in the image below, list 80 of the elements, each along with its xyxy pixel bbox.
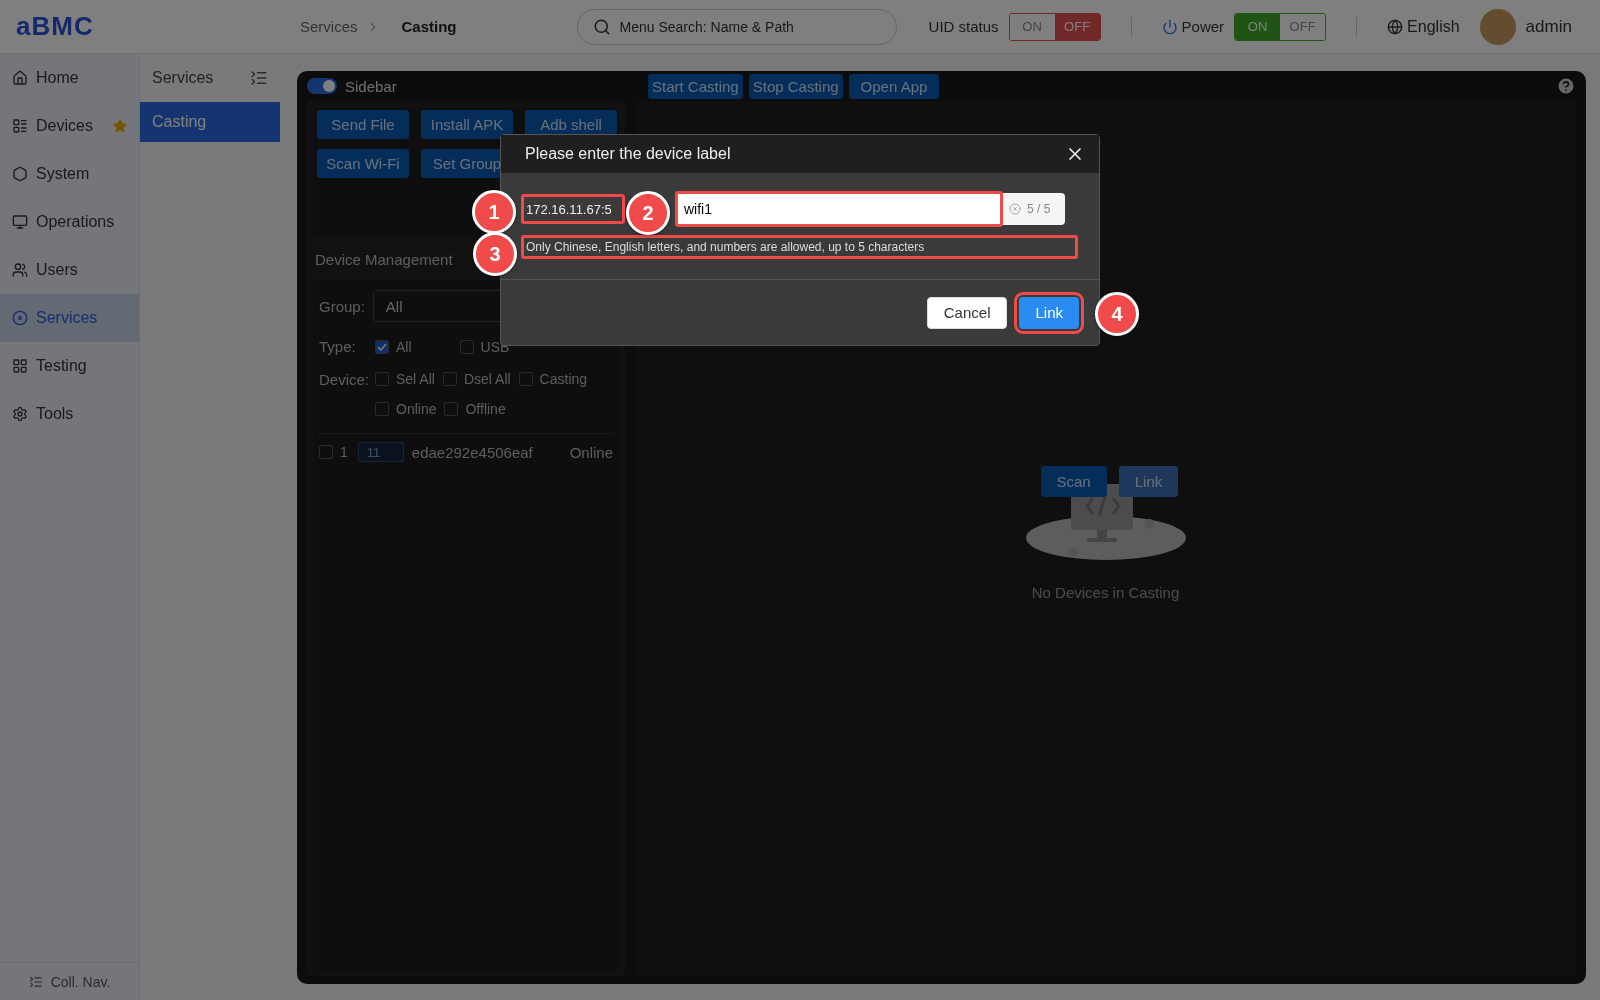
power-icon <box>1161 18 1178 35</box>
nav-item[interactable]: Operations <box>0 198 139 246</box>
checkbox[interactable] <box>444 402 459 416</box>
address-text: 172.16.11.67:5 <box>521 194 625 224</box>
grid-icon <box>12 358 28 374</box>
home-icon <box>12 70 28 86</box>
logo: aBMC <box>16 11 95 42</box>
nav-item[interactable]: Services <box>0 294 139 342</box>
checkbox-label: All <box>396 338 412 355</box>
user-name[interactable]: admin <box>1525 16 1572 37</box>
hint-text: Only Chinese, English letters, and numbers are allowed, up to 5 characters <box>521 235 1078 259</box>
disc-icon <box>12 310 28 326</box>
casting-button[interactable]: Link <box>1118 466 1179 497</box>
power-toggle-option[interactable]: ON <box>1235 13 1281 40</box>
nav-item[interactable]: Testing <box>0 342 139 390</box>
avatar[interactable] <box>1479 8 1516 45</box>
sidebar-switch[interactable] <box>307 78 337 94</box>
checkbox-label: Online <box>396 401 437 417</box>
label-input-field[interactable]: wifi1 5 / 5 <box>675 193 1065 225</box>
device-tag[interactable]: 11 <box>357 442 404 462</box>
action-button[interactable]: Install APK <box>421 110 513 139</box>
checkbox[interactable] <box>442 372 457 386</box>
nav-item[interactable]: Home <box>0 54 139 102</box>
section-title: Device Management <box>315 251 453 268</box>
clear-icon[interactable] <box>1009 203 1021 215</box>
help-icon[interactable] <box>1556 76 1576 96</box>
device-status: Online <box>569 443 613 461</box>
nav-item[interactable]: Devices <box>0 102 139 150</box>
search-icon <box>592 17 611 36</box>
callout-badge: 3 <box>473 232 517 276</box>
checkbox[interactable] <box>319 445 333 459</box>
field-label: Type: <box>319 338 357 355</box>
casting-button[interactable]: Scan <box>1040 466 1107 497</box>
field-label: Group: <box>319 297 365 315</box>
nav-item[interactable]: System <box>0 150 139 198</box>
field-label: Device: <box>319 371 370 388</box>
cancel-button[interactable]: Cancel <box>926 296 1008 329</box>
uid-status-label: UID status <box>928 18 999 35</box>
hexagon-icon <box>12 166 28 182</box>
search-field[interactable]: Menu Search: Name & Path <box>576 8 897 45</box>
language-selector[interactable]: English <box>1407 17 1460 36</box>
breadcrumb-item: Casting <box>401 18 457 35</box>
checkbox[interactable] <box>375 372 389 386</box>
breadcrumb-item[interactable]: Services <box>300 18 358 35</box>
callout-badge: 1 <box>472 190 516 234</box>
star-icon <box>113 119 127 133</box>
checkbox-label: Offline <box>465 401 506 417</box>
collapse-nav-button[interactable]: Coll. Nav. <box>0 962 139 1000</box>
checkbox[interactable] <box>375 339 389 354</box>
toolbar-button[interactable]: Open App <box>848 73 940 99</box>
collapse-icon <box>28 974 43 989</box>
power-label: Power <box>1181 18 1225 35</box>
checkbox[interactable] <box>518 372 533 386</box>
action-button[interactable]: Send File <box>317 110 409 139</box>
language-icon[interactable] <box>1387 18 1404 35</box>
menu-fold-icon[interactable] <box>250 69 268 87</box>
uid-toggle-option[interactable]: OFF <box>1054 13 1100 40</box>
checkbox-label: Casting <box>539 371 588 387</box>
list-icon <box>12 118 28 134</box>
checkbox-label: Dsel All <box>463 371 511 387</box>
check-icon <box>377 341 387 352</box>
toolbar-button[interactable]: Stop Casting <box>748 73 843 99</box>
users-icon <box>12 262 28 278</box>
checkbox[interactable] <box>375 402 389 416</box>
dialog-title: Please enter the device label <box>525 145 731 163</box>
subnav-title: Services <box>152 69 214 87</box>
checkbox[interactable] <box>459 339 474 354</box>
monitor-icon <box>12 214 28 230</box>
toolbar-button[interactable]: Start Casting <box>648 73 743 99</box>
empty-state-text: No Devices in Casting <box>1031 584 1180 601</box>
nav-item[interactable]: Users <box>0 246 139 294</box>
device-id: edae292e4506eaf <box>411 443 533 461</box>
callout-badge: 2 <box>626 191 670 235</box>
subnav-item[interactable]: Casting <box>140 102 280 142</box>
sidebar-label: Sidebar <box>345 77 397 95</box>
checkbox-label: 1 <box>340 444 348 460</box>
nav-item[interactable]: Tools <box>0 390 139 438</box>
settings-icon <box>12 406 28 422</box>
action-button[interactable]: Scan Wi-Fi <box>317 149 409 178</box>
checkbox-label: Sel All <box>396 371 435 387</box>
